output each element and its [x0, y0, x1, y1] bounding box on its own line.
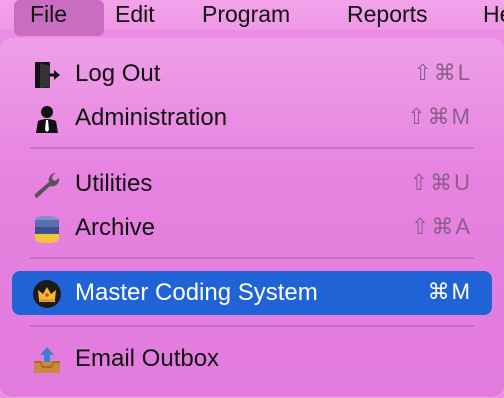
menu-item-shortcut: ⇧⌘A — [410, 214, 472, 239]
menu-item-archive[interactable]: Archive ⇧⌘A — [12, 206, 492, 250]
menu-item-label: Archive — [75, 214, 156, 241]
menu-separator — [30, 257, 474, 259]
database-icon — [30, 212, 64, 246]
menu-separator — [30, 325, 474, 327]
menu-reports[interactable]: Reports — [347, 0, 428, 36]
menu-bar: File Edit Program Reports He — [0, 0, 504, 36]
menu-item-label: Log Out — [75, 60, 161, 87]
menu-item-utilities[interactable]: Utilities ⇧⌘U — [12, 162, 492, 206]
menu-help[interactable]: He — [483, 0, 504, 36]
menu-item-master-coding-system[interactable]: Master Coding System ⌘M — [12, 271, 492, 315]
menu-item-label: Email Outbox — [75, 345, 220, 372]
menu-item-log-out[interactable]: Log Out ⇧⌘L — [12, 52, 492, 96]
menu-program[interactable]: Program — [202, 0, 290, 36]
administrator-icon — [30, 102, 64, 136]
wrench-icon — [30, 168, 64, 202]
menu-file[interactable]: File — [14, 0, 104, 36]
menu-edit[interactable]: Edit — [115, 0, 155, 36]
menu-separator — [30, 147, 474, 149]
menu-item-shortcut: ⇧⌘M — [407, 104, 472, 129]
file-menu-dropdown: Log Out ⇧⌘L Administration ⇧⌘M Utilities… — [0, 38, 504, 398]
menu-item-label: Administration — [75, 104, 228, 131]
menu-item-label: Master Coding System — [75, 279, 318, 306]
menu-item-shortcut: ⇧⌘L — [413, 60, 472, 85]
log-out-icon — [30, 58, 64, 92]
menu-item-email-outbox[interactable]: Email Outbox — [12, 337, 492, 381]
menu-item-label: Utilities — [75, 170, 153, 197]
menu-item-shortcut: ⌘M — [427, 279, 472, 304]
crown-icon — [30, 277, 64, 311]
menu-item-administration[interactable]: Administration ⇧⌘M — [12, 96, 492, 140]
outbox-tray-icon — [30, 343, 64, 377]
menu-item-shortcut: ⇧⌘U — [409, 170, 472, 195]
